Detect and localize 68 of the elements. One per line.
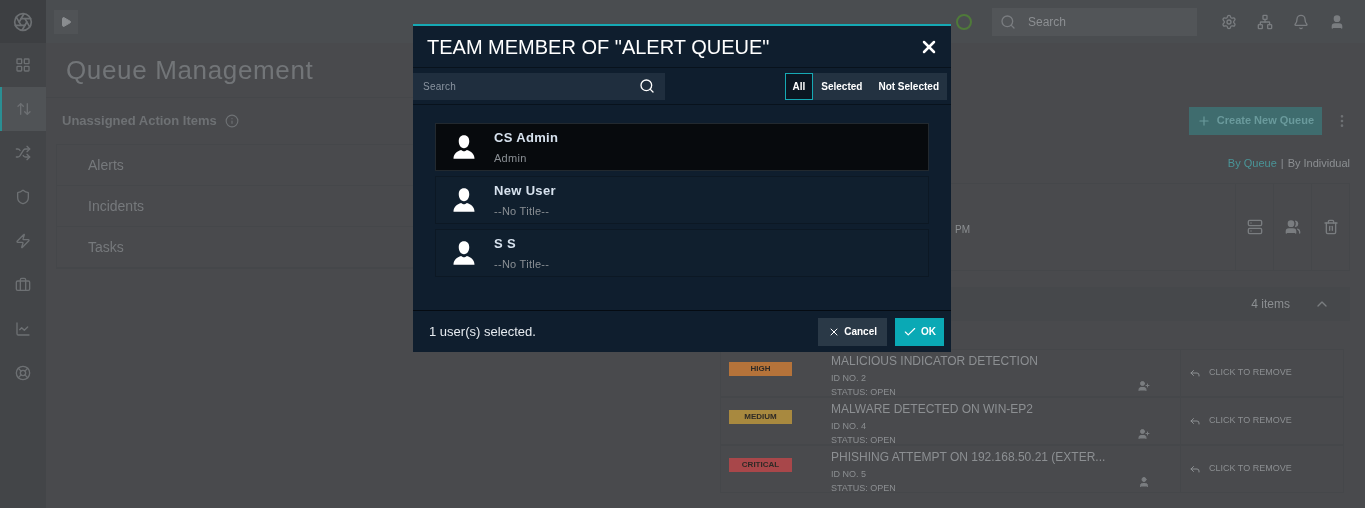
user-list-item[interactable]: New User --No Title-- (435, 176, 929, 224)
selection-status: 1 user(s) selected. (429, 322, 536, 341)
bolt-icon (15, 233, 31, 249)
filter-tab[interactable]: Not Selected (870, 72, 947, 100)
search-field[interactable]: Search (992, 7, 1197, 36)
shuffle-icon (15, 145, 31, 161)
dialog-title: TEAM MEMBER OF "ALERT QUEUE" (427, 34, 770, 60)
briefcase-icon (15, 277, 31, 293)
list-icon[interactable] (1246, 219, 1263, 235)
user-list-item[interactable]: CS Admin Admin (435, 123, 929, 171)
ok-button[interactable]: OK (895, 317, 944, 346)
settings-icon[interactable] (1221, 13, 1237, 30)
reply-icon (1189, 463, 1201, 475)
view-toggle-link[interactable]: By Individual (1287, 154, 1350, 172)
user-name: S S (494, 235, 517, 253)
item-status: STATUS: OPEN (831, 481, 896, 495)
item-status: STATUS: OPEN (831, 385, 896, 399)
reply-icon (1189, 367, 1201, 379)
item-id: ID NO. 5 (831, 468, 866, 481)
user-title: Admin (494, 150, 528, 166)
severity-tag: CRITICAL (729, 458, 792, 472)
expand-button[interactable] (54, 9, 78, 34)
nav-item[interactable] (0, 87, 46, 131)
user-icon[interactable] (1329, 13, 1345, 30)
separator: | (1280, 155, 1284, 171)
search-icon (639, 78, 655, 94)
delete-icon[interactable] (1322, 219, 1339, 235)
item-title: MALWARE DETECTED ON WIN-EP2 (831, 401, 1033, 418)
add-user-icon[interactable] (1138, 428, 1150, 440)
add-user-icon[interactable] (1138, 380, 1150, 392)
remove-link[interactable]: CLICK TO REMOVE (1209, 414, 1292, 428)
logo-icon[interactable] (0, 0, 46, 43)
item-id: ID NO. 4 (831, 420, 866, 433)
info-icon[interactable] (224, 114, 239, 128)
chart-icon (15, 321, 31, 337)
plus-icon (1196, 113, 1211, 128)
user-title: --No Title-- (494, 203, 551, 219)
view-toggle-link[interactable]: By Queue (1227, 154, 1277, 172)
cancel-button[interactable]: Cancel (818, 317, 887, 346)
shield-icon (15, 189, 31, 205)
severity-tag: HIGH (729, 362, 792, 376)
team-icon[interactable] (1284, 219, 1301, 235)
items-count: 4 items (1251, 296, 1290, 313)
filter-tab[interactable]: Selected (813, 72, 871, 100)
item-title: MALICIOUS INDICATOR DETECTION (831, 353, 1038, 370)
filter-tab[interactable]: All (784, 72, 814, 100)
item-status: STATUS: OPEN (831, 433, 896, 447)
notification-icon[interactable] (1293, 13, 1309, 30)
item-title: PHISHING ATTEMPT ON 192.168.50.21 (EXTER... (831, 449, 1106, 466)
action-item-row[interactable]: CRITICAL PHISHING ATTEMPT ON 192.168.50.21 (EXTER... ID NO. 5 STATUS: OPEN CLICK TO REMOVE (720, 445, 1344, 493)
severity-tag: MEDIUM (729, 410, 792, 424)
user-name: CS Admin (494, 129, 559, 147)
queue-time: PM (955, 222, 970, 237)
user-icon[interactable] (1138, 476, 1150, 488)
hierarchy-icon[interactable] (1257, 13, 1273, 30)
play-icon (60, 15, 72, 28)
remove-link[interactable]: CLICK TO REMOVE (1209, 366, 1292, 380)
item-id: ID NO. 2 (831, 372, 866, 385)
search-icon (1000, 13, 1016, 30)
remove-link[interactable]: CLICK TO REMOVE (1209, 462, 1292, 476)
lifebuoy-icon (15, 365, 31, 381)
queue-icon (16, 101, 32, 117)
action-item-row[interactable]: MEDIUM MALWARE DETECTED ON WIN-EP2 ID NO. 4 STATUS: OPEN CLICK TO REMOVE (720, 397, 1344, 445)
search-field[interactable]: Search (413, 72, 665, 100)
dashboard-icon (15, 57, 31, 73)
reply-icon (1189, 415, 1201, 427)
status-icon (956, 13, 972, 30)
user-list-item[interactable]: S S --No Title-- (435, 229, 929, 277)
